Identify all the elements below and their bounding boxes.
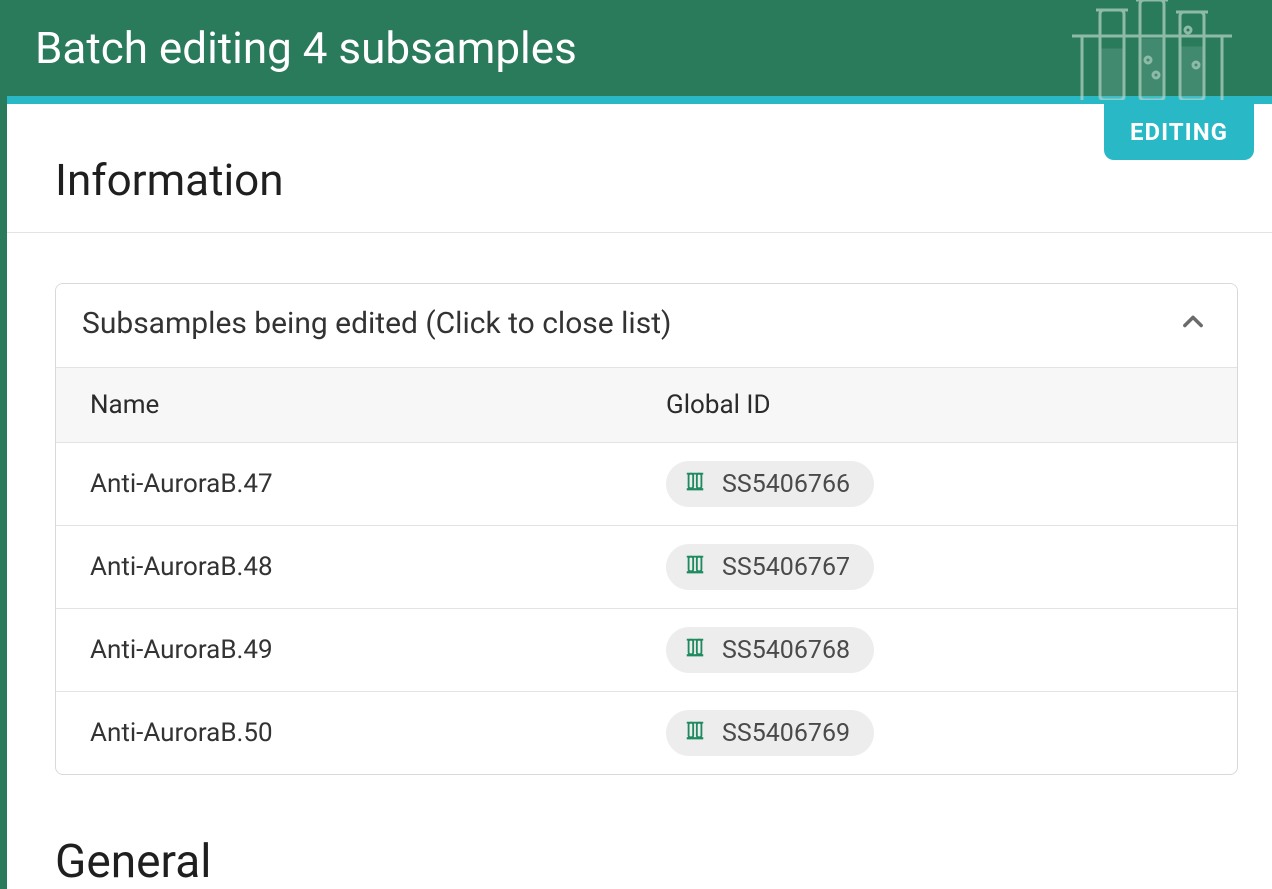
chevron-up-icon [1179, 308, 1207, 340]
table-row[interactable]: Anti-AuroraB.50 SS5406769 [56, 692, 1237, 774]
cell-name: Anti-AuroraB.47 [56, 451, 632, 517]
page-title: Batch editing 4 subsamples [35, 22, 577, 74]
cell-name: Anti-AuroraB.48 [56, 534, 632, 600]
table-body: Anti-AuroraB.47 SS5406766 Anti-AuroraB.48 S… [56, 443, 1237, 774]
global-id-chip[interactable]: SS5406766 [666, 461, 874, 507]
table-row[interactable]: Anti-AuroraB.49 SS5406768 [56, 609, 1237, 692]
table-row[interactable]: Anti-AuroraB.48 SS5406767 [56, 526, 1237, 609]
cell-global-id: SS5406768 [632, 609, 1237, 691]
table-row[interactable]: Anti-AuroraB.47 SS5406766 [56, 443, 1237, 526]
global-id-text: SS5406769 [722, 719, 850, 748]
cell-global-id: SS5406767 [632, 526, 1237, 608]
panel-header-label: Subsamples being edited (Click to close … [82, 306, 671, 341]
subsamples-panel: Subsamples being edited (Click to close … [55, 283, 1238, 775]
global-id-text: SS5406768 [722, 636, 850, 665]
section-divider [7, 232, 1272, 233]
global-id-chip[interactable]: SS5406769 [666, 710, 874, 756]
table-header-row: Name Global ID [56, 367, 1237, 443]
test-tubes-illustration [1072, 0, 1232, 104]
test-tube-icon [684, 552, 706, 582]
information-heading: Information [7, 104, 1272, 232]
column-header-name: Name [56, 368, 632, 442]
editing-status-badge: EDITING [1104, 104, 1254, 160]
cell-global-id: SS5406769 [632, 692, 1237, 774]
test-tube-icon [684, 718, 706, 748]
global-id-text: SS5406767 [722, 553, 850, 582]
cell-global-id: SS5406766 [632, 443, 1237, 525]
global-id-chip[interactable]: SS5406767 [666, 544, 874, 590]
column-header-global-id: Global ID [632, 368, 1237, 442]
test-tube-icon [684, 469, 706, 499]
global-id-chip[interactable]: SS5406768 [666, 627, 874, 673]
panel-toggle-header[interactable]: Subsamples being edited (Click to close … [56, 284, 1237, 367]
cell-name: Anti-AuroraB.49 [56, 617, 632, 683]
page-header: Batch editing 4 subsamples [7, 0, 1272, 96]
global-id-text: SS5406766 [722, 470, 850, 499]
cell-name: Anti-AuroraB.50 [56, 700, 632, 766]
general-heading: General [7, 775, 1272, 889]
test-tube-icon [684, 635, 706, 665]
